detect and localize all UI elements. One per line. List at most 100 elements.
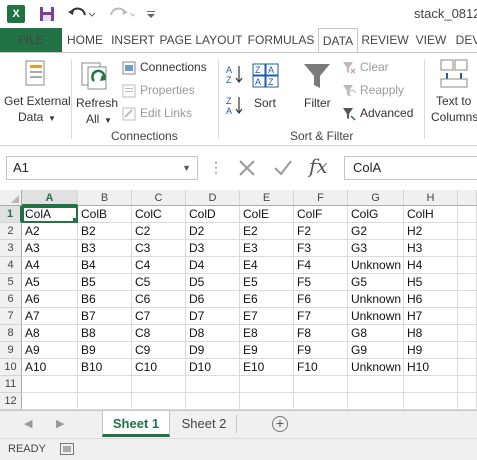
cell-d7[interactable]: D7 xyxy=(186,308,240,325)
cell-b6[interactable]: B6 xyxy=(78,291,132,308)
add-sheet-icon[interactable]: + xyxy=(272,416,288,432)
cell-b3[interactable]: B3 xyxy=(78,240,132,257)
column-header-c[interactable]: C xyxy=(132,190,186,206)
cell-f8[interactable]: F8 xyxy=(294,325,348,342)
cell-d9[interactable]: D9 xyxy=(186,342,240,359)
cell-overflow[interactable] xyxy=(458,223,477,240)
row-header-6[interactable]: 6 xyxy=(0,291,22,308)
cell-f4[interactable]: F4 xyxy=(294,257,348,274)
row-header-10[interactable]: 10 xyxy=(0,359,22,376)
sort-ascending-button[interactable]: AZ xyxy=(224,63,246,85)
cell-c2[interactable]: C2 xyxy=(132,223,186,240)
cell-f10[interactable]: F10 xyxy=(294,359,348,376)
cell-g7[interactable]: Unknown xyxy=(348,308,404,325)
cell-d5[interactable]: D5 xyxy=(186,274,240,291)
column-header-g[interactable]: G xyxy=(348,190,404,206)
cell-d11[interactable] xyxy=(186,376,240,393)
row-header-12[interactable]: 12 xyxy=(0,393,22,410)
cell-overflow[interactable] xyxy=(458,393,477,410)
tab-home[interactable]: HOME xyxy=(62,28,108,52)
cell-g10[interactable]: Unknown xyxy=(348,359,404,376)
spreadsheet-grid[interactable]: ABCDEFGH 1 2 3 4 5 6 7 8 9 10 11 12 ColA ColB ColC Col… xyxy=(0,190,477,410)
cell-b8[interactable]: B8 xyxy=(78,325,132,342)
row-header-3[interactable]: 3 xyxy=(0,240,22,257)
cell-a11[interactable] xyxy=(22,376,78,393)
tab-view[interactable]: VIEW xyxy=(412,28,450,52)
select-all-button[interactable] xyxy=(0,190,22,206)
chevron-down-icon[interactable]: ▼ xyxy=(182,157,191,179)
row-header-8[interactable]: 8 xyxy=(0,325,22,342)
cell-overflow[interactable] xyxy=(458,342,477,359)
insert-function-button[interactable]: fx xyxy=(309,154,328,178)
cell-c12[interactable] xyxy=(132,393,186,410)
cell-h7[interactable]: H7 xyxy=(404,308,458,325)
row-header-5[interactable]: 5 xyxy=(0,274,22,291)
cell-h10[interactable]: H10 xyxy=(404,359,458,376)
scroll-left-icon[interactable]: ◀ xyxy=(24,417,32,430)
row-header-2[interactable]: 2 xyxy=(0,223,22,240)
cell-a2[interactable]: A2 xyxy=(22,223,78,240)
cell-g11[interactable] xyxy=(348,376,404,393)
row-header-11[interactable]: 11 xyxy=(0,376,22,393)
cell-e9[interactable]: E9 xyxy=(240,342,294,359)
row-header-7[interactable]: 7 xyxy=(0,308,22,325)
cell-c11[interactable] xyxy=(132,376,186,393)
cell-a5[interactable]: A5 xyxy=(22,274,78,291)
cell-e2[interactable]: E2 xyxy=(240,223,294,240)
cell-f6[interactable]: F6 xyxy=(294,291,348,308)
cell-c6[interactable]: C6 xyxy=(132,291,186,308)
cell-overflow[interactable] xyxy=(458,359,477,376)
cell-e11[interactable] xyxy=(240,376,294,393)
sheet-tab-2[interactable]: Sheet 2 xyxy=(172,411,236,437)
name-box[interactable]: A1 ▼ xyxy=(6,156,198,180)
cell-b9[interactable]: B9 xyxy=(78,342,132,359)
cell-overflow[interactable] xyxy=(458,376,477,393)
cell-d1[interactable]: ColD xyxy=(186,206,240,223)
cell-b10[interactable]: B10 xyxy=(78,359,132,376)
cell-overflow[interactable] xyxy=(458,291,477,308)
cell-g3[interactable]: G3 xyxy=(348,240,404,257)
cell-h9[interactable]: H9 xyxy=(404,342,458,359)
cell-e3[interactable]: E3 xyxy=(240,240,294,257)
cell-f11[interactable] xyxy=(294,376,348,393)
cell-a10[interactable]: A10 xyxy=(22,359,78,376)
tab-insert[interactable]: INSERT xyxy=(108,28,158,52)
cell-b7[interactable]: B7 xyxy=(78,308,132,325)
sort-descending-za-button[interactable]: ZA xyxy=(224,94,246,116)
cell-h3[interactable]: H3 xyxy=(404,240,458,257)
cell-f1[interactable]: ColF xyxy=(294,206,348,223)
reapply-button[interactable]: Reapply xyxy=(340,82,408,100)
cell-f9[interactable]: F9 xyxy=(294,342,348,359)
sort-button[interactable]: Z A A Z Sort xyxy=(250,61,282,113)
cell-d10[interactable]: D10 xyxy=(186,359,240,376)
tab-data[interactable]: DATA xyxy=(318,28,358,52)
cell-h11[interactable] xyxy=(404,376,458,393)
cell-d2[interactable]: D2 xyxy=(186,223,240,240)
cell-overflow[interactable] xyxy=(458,257,477,274)
cell-h1[interactable]: ColH xyxy=(404,206,458,223)
cell-c7[interactable]: C7 xyxy=(132,308,186,325)
cell-h4[interactable]: H4 xyxy=(404,257,458,274)
cell-d8[interactable]: D8 xyxy=(186,325,240,342)
row-header-9[interactable]: 9 xyxy=(0,342,22,359)
cell-overflow[interactable] xyxy=(458,240,477,257)
cell-c5[interactable]: C5 xyxy=(132,274,186,291)
cell-b2[interactable]: B2 xyxy=(78,223,132,240)
column-header-h[interactable]: H xyxy=(404,190,458,206)
cell-h8[interactable]: H8 xyxy=(404,325,458,342)
cell-b12[interactable] xyxy=(78,393,132,410)
cell-f3[interactable]: F3 xyxy=(294,240,348,257)
cell-b4[interactable]: B4 xyxy=(78,257,132,274)
get-external-data-button[interactable]: Get External Data ▼ xyxy=(2,55,71,125)
cell-overflow[interactable] xyxy=(458,274,477,291)
column-header-e[interactable]: E xyxy=(240,190,294,206)
cell-e6[interactable]: E6 xyxy=(240,291,294,308)
tab-page-layout[interactable]: PAGE LAYOUT xyxy=(158,28,244,52)
save-button[interactable] xyxy=(36,4,58,24)
tab-developer[interactable]: DEVE xyxy=(450,28,477,52)
cell-e7[interactable]: E7 xyxy=(240,308,294,325)
cell-g9[interactable]: G9 xyxy=(348,342,404,359)
column-header-a[interactable]: A xyxy=(22,190,78,206)
cell-g8[interactable]: G8 xyxy=(348,325,404,342)
cell-e1[interactable]: ColE xyxy=(240,206,294,223)
